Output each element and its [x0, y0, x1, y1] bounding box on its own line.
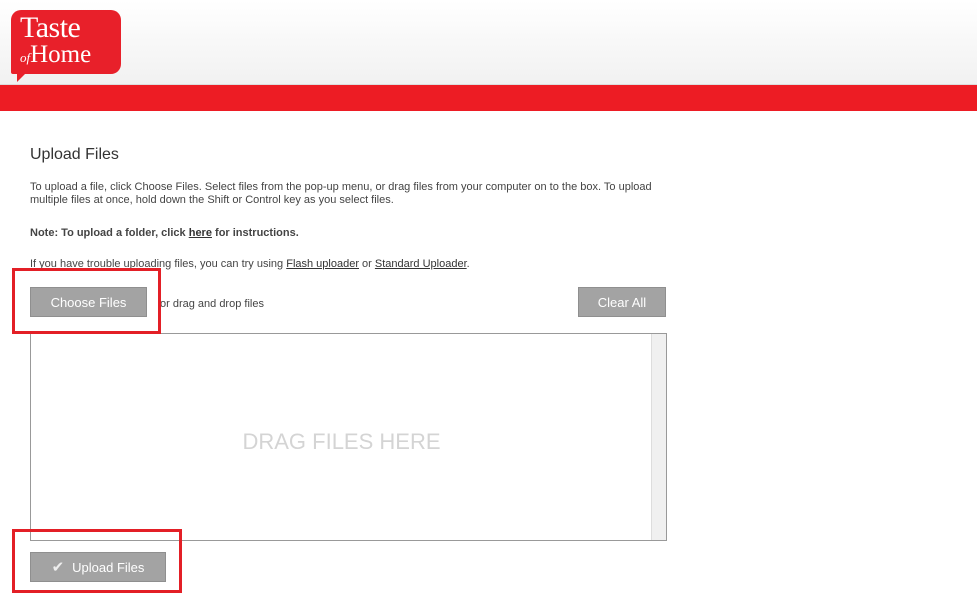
- clear-all-button[interactable]: Clear All: [578, 287, 666, 317]
- drop-zone-text: DRAG FILES HERE: [242, 429, 441, 454]
- upload-button-label: Upload Files: [72, 559, 145, 575]
- flash-uploader-link[interactable]: Flash uploader: [286, 258, 359, 270]
- trouble-text: If you have trouble uploading files, you…: [30, 258, 470, 271]
- standard-uploader-link[interactable]: Standard Uploader: [375, 258, 467, 270]
- note-suffix: for instructions.: [211, 227, 299, 239]
- upload-files-button[interactable]: ✔ Upload Files: [30, 552, 166, 582]
- page-title: Upload Files: [30, 146, 119, 163]
- logo-home: Home: [30, 41, 92, 68]
- here-link[interactable]: here: [189, 227, 212, 239]
- file-drop-zone[interactable]: DRAG FILES HERE: [30, 333, 667, 541]
- logo-line2: ofHome: [20, 42, 91, 67]
- trouble-or: or: [359, 258, 375, 270]
- drop-zone-scrollbar[interactable]: [651, 334, 666, 540]
- logo-of: of: [20, 50, 31, 65]
- drag-drop-hint: or drag and drop files: [160, 298, 264, 310]
- folder-note: Note: To upload a folder, click here for…: [30, 227, 299, 240]
- logo-speech-tail: [17, 72, 27, 82]
- trouble-suffix: .: [466, 258, 470, 270]
- trouble-prefix: If you have trouble uploading files, you…: [30, 258, 287, 270]
- note-prefix: Note: To upload a folder, click: [30, 227, 189, 239]
- taste-of-home-logo[interactable]: Taste ofHome: [11, 10, 121, 82]
- checkmark-icon: ✔: [51, 559, 65, 576]
- choose-files-button[interactable]: Choose Files: [30, 287, 147, 317]
- upload-instructions: To upload a file, click Choose Files. Se…: [30, 181, 652, 206]
- logo-line1: Taste: [20, 11, 81, 44]
- red-nav-bar: [0, 85, 977, 111]
- page-header: Taste ofHome: [0, 0, 977, 85]
